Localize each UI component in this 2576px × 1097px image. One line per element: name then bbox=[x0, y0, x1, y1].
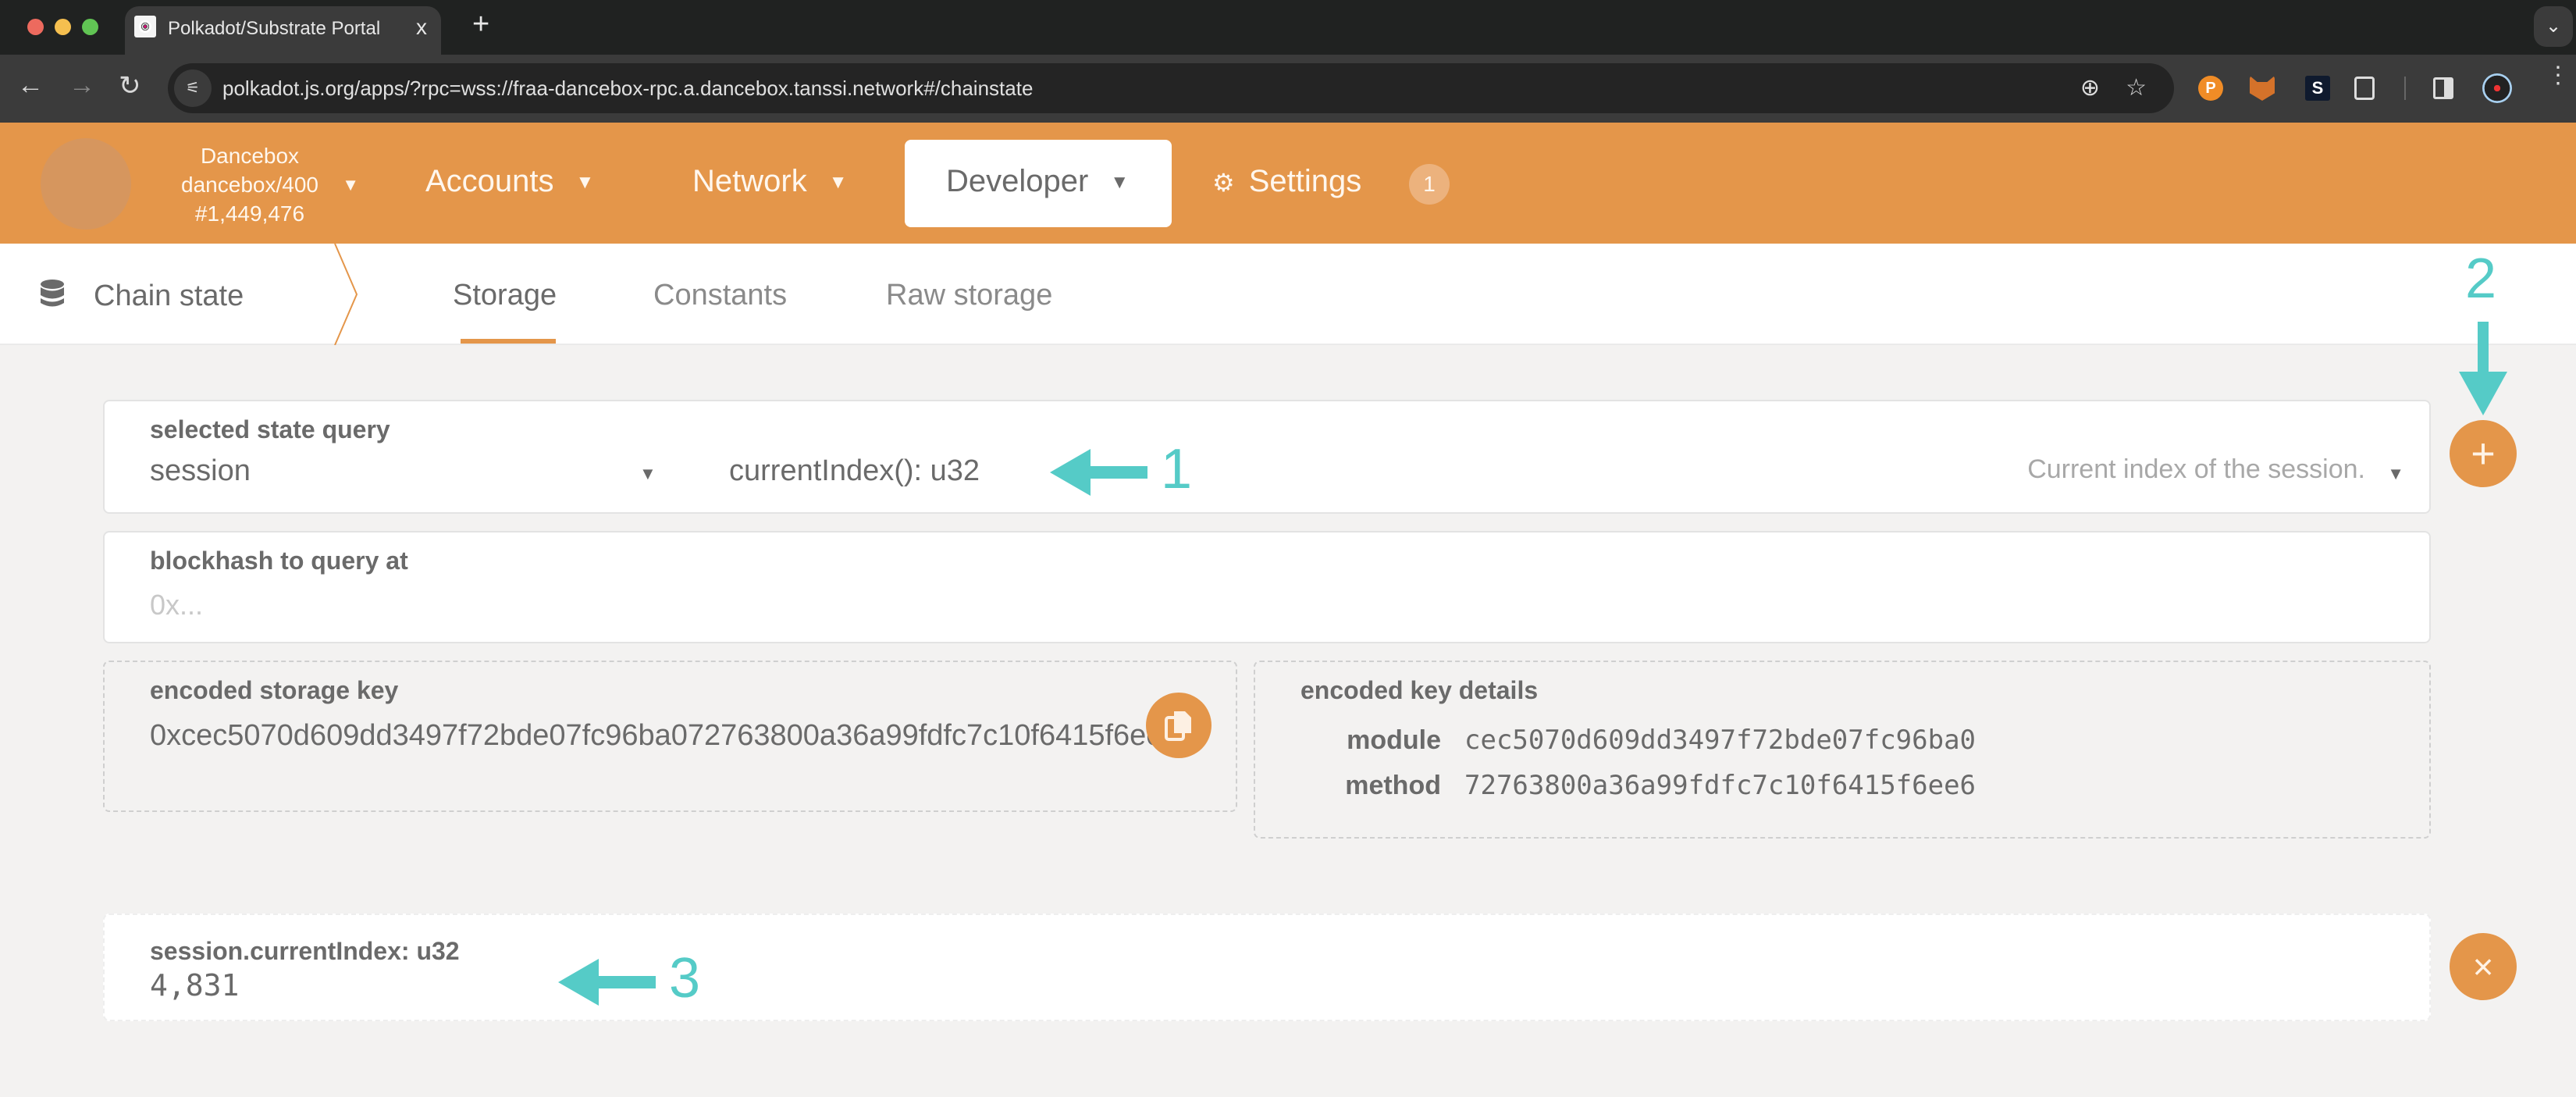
query-result-value: 4,831 bbox=[150, 968, 240, 1003]
menu-network-label: Network bbox=[692, 164, 807, 198]
remove-result-button[interactable]: × bbox=[2450, 933, 2517, 1000]
new-tab-button[interactable]: + bbox=[472, 8, 489, 41]
menu-accounts-label: Accounts bbox=[425, 164, 554, 198]
section-title-label: Chain state bbox=[94, 280, 244, 312]
window-close-button[interactable] bbox=[27, 19, 44, 35]
module-label: module bbox=[1347, 725, 1441, 755]
method-label: method bbox=[1345, 771, 1441, 800]
annotation-arrow-left-icon bbox=[558, 959, 656, 1006]
caret-down-icon: ▼ bbox=[828, 172, 848, 194]
chain-selector[interactable]: Dancebox dancebox/400 #1,449,476 ▼ bbox=[148, 141, 359, 228]
copy-button[interactable] bbox=[1146, 693, 1212, 758]
state-query-label: selected state query bbox=[150, 415, 390, 443]
breadcrumb-chevron bbox=[334, 244, 358, 345]
menu-developer-label: Developer bbox=[946, 164, 1089, 198]
site-info-icon[interactable]: ⚟ bbox=[174, 69, 212, 107]
browser-menu-icon[interactable]: ⋮ bbox=[2546, 64, 2570, 87]
subwallet-extension-icon[interactable]: S bbox=[2305, 76, 2330, 101]
address-bar[interactable]: ⚟ polkadot.js.org/apps/?rpc=wss://fraa-d… bbox=[168, 63, 2174, 113]
caret-down-icon[interactable]: ▼ bbox=[2387, 464, 2404, 484]
window-maximize-button[interactable] bbox=[82, 19, 98, 35]
query-result: session.currentIndex: u32 4,831 bbox=[103, 914, 2431, 1021]
url-text[interactable]: polkadot.js.org/apps/?rpc=wss://fraa-dan… bbox=[222, 77, 1033, 101]
chain-logo[interactable] bbox=[41, 138, 131, 230]
tab-constants[interactable]: Constants bbox=[653, 279, 787, 312]
query-result-label: session.currentIndex: u32 bbox=[150, 937, 460, 965]
browser-toolbar: ← → ↻ ⚟ polkadot.js.org/apps/?rpc=wss://… bbox=[0, 55, 2576, 123]
encoded-storage-key-value: 0xcec5070d609dd3497f72bde07fc96ba0727638… bbox=[150, 719, 1179, 752]
tab-search-button[interactable]: ⌄ bbox=[2534, 6, 2573, 47]
method-description[interactable]: Current index of the session. bbox=[2027, 454, 2365, 485]
annotation-number-1: 1 bbox=[1161, 438, 1193, 500]
app-header: Dancebox dancebox/400 #1,449,476 ▼ Accou… bbox=[0, 123, 2576, 244]
add-query-button[interactable]: + bbox=[2450, 420, 2517, 487]
caret-down-icon[interactable]: ▼ bbox=[639, 464, 656, 484]
annotation-arrow-down-icon bbox=[2459, 322, 2507, 415]
menu-network[interactable]: Network ▼ bbox=[692, 164, 847, 199]
profile-avatar[interactable] bbox=[2482, 73, 2512, 103]
active-tab-indicator bbox=[461, 339, 556, 344]
annotation-number-3: 3 bbox=[669, 947, 701, 1010]
back-arrow-icon[interactable]: ← bbox=[17, 70, 44, 101]
polkadot-favicon-icon bbox=[134, 16, 156, 37]
tab-close-icon[interactable]: x bbox=[416, 15, 427, 40]
side-panel-icon[interactable] bbox=[2433, 77, 2453, 99]
encoded-storage-key: encoded storage key 0xcec5070d609dd3497f… bbox=[103, 661, 1237, 812]
caret-down-icon: ▼ bbox=[575, 172, 595, 194]
annotation-number-2: 2 bbox=[2465, 248, 2497, 310]
block-number: #1,449,476 bbox=[194, 201, 305, 226]
encoded-key-details: encoded key details module cec5070d609dd3… bbox=[1254, 661, 2431, 839]
extensions-puzzle-icon[interactable] bbox=[2354, 77, 2375, 100]
bookmark-star-icon[interactable]: ☆ bbox=[2126, 74, 2147, 102]
gears-icon: ⚙ bbox=[1212, 169, 1235, 197]
module-hash: cec5070d609dd3497f72bde07fc96ba0 bbox=[1464, 725, 1976, 756]
settings-badge: 1 bbox=[1409, 164, 1450, 205]
window-minimize-button[interactable] bbox=[55, 19, 71, 35]
module-dropdown[interactable]: session bbox=[150, 454, 251, 488]
browser-tab[interactable]: Polkadot/Substrate Portal x bbox=[125, 6, 441, 55]
menu-settings-label: Settings bbox=[1248, 164, 1362, 198]
menu-developer[interactable]: Developer ▼ bbox=[905, 140, 1172, 227]
method-hash: 72763800a36a99fdfc7c10f6415f6ee6 bbox=[1464, 770, 1976, 801]
caret-down-icon: ▼ bbox=[1110, 172, 1130, 194]
forward-arrow-icon[interactable]: → bbox=[69, 70, 95, 101]
chain-spec: dancebox/400 bbox=[181, 173, 318, 197]
encoded-storage-key-label: encoded storage key bbox=[150, 676, 399, 704]
sub-navigation: Chain state Storage Constants Raw storag… bbox=[0, 244, 2576, 345]
key-detail-method: method 72763800a36a99fdfc7c10f6415f6ee6 bbox=[1300, 770, 2393, 801]
method-dropdown[interactable]: currentIndex(): u32 bbox=[729, 454, 980, 488]
browser-tab-strip: Polkadot/Substrate Portal x + ⌄ bbox=[0, 0, 2576, 55]
copy-icon bbox=[1165, 711, 1191, 741]
zoom-icon[interactable]: ⊕ bbox=[2080, 74, 2100, 102]
caret-down-icon: ▼ bbox=[342, 175, 359, 194]
metamask-extension-icon[interactable] bbox=[2250, 76, 2275, 101]
section-title: Chain state bbox=[39, 279, 244, 313]
blockhash-label: blockhash to query at bbox=[150, 547, 408, 575]
state-query-selector: selected state query session ▼ currentIn… bbox=[103, 400, 2431, 514]
menu-settings[interactable]: ⚙ Settings bbox=[1212, 164, 1361, 199]
blockhash-field: blockhash to query at bbox=[103, 531, 2431, 643]
encoded-key-details-label: encoded key details bbox=[1300, 676, 1539, 704]
tab-raw-storage[interactable]: Raw storage bbox=[886, 279, 1052, 312]
annotation-arrow-left-icon bbox=[1050, 449, 1147, 496]
chain-name: Dancebox bbox=[200, 144, 300, 168]
key-detail-module: module cec5070d609dd3497f72bde07fc96ba0 bbox=[1300, 725, 2393, 756]
blockhash-input[interactable] bbox=[150, 589, 2336, 622]
menu-accounts[interactable]: Accounts ▼ bbox=[425, 164, 594, 199]
database-icon bbox=[41, 280, 64, 307]
tab-storage[interactable]: Storage bbox=[453, 279, 557, 312]
polkadot-extension-icon[interactable]: P bbox=[2198, 76, 2223, 101]
toolbar-divider bbox=[2404, 77, 2406, 100]
tab-title: Polkadot/Substrate Portal bbox=[168, 18, 381, 39]
reload-icon[interactable]: ↻ bbox=[119, 70, 141, 102]
